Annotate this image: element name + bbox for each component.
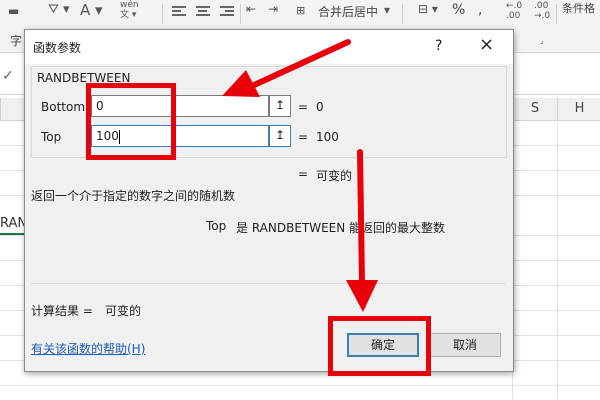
- top-equals: =: [298, 130, 309, 144]
- currency-icon[interactable]: ⊟ ▾: [418, 2, 438, 16]
- indent-decrease-icon[interactable]: ⇤: [246, 2, 256, 16]
- cancel-button[interactable]: 取消: [429, 333, 501, 357]
- text-caret: [118, 129, 120, 144]
- bottom-input[interactable]: 0: [91, 95, 269, 117]
- top-input[interactable]: 100: [91, 125, 269, 147]
- help-button[interactable]: ?: [435, 38, 442, 54]
- function-description: 返回一个介于指定的数字之间的随机数: [31, 189, 236, 203]
- function-arguments-dialog: 函数参数 ? × RANDBETWEEN Bottom 0 ↥ = 0 Top …: [24, 29, 514, 372]
- ribbon-expand-icon[interactable]: ⌟: [540, 36, 544, 45]
- bottom-label: Bottom: [41, 100, 86, 114]
- function-help-link[interactable]: 有关该函数的帮助(H): [31, 340, 145, 357]
- fill-bucket-icon[interactable]: ⛛ ▾: [48, 2, 70, 17]
- merge-dropdown-icon[interactable]: ▾: [384, 3, 390, 17]
- dialog-divider: [31, 283, 505, 284]
- decrease-decimal-icon[interactable]: .00 →.0: [534, 1, 550, 21]
- pinyin-icon[interactable]: wén 文 ▾: [120, 0, 139, 20]
- collapse-icon: ↥: [274, 98, 286, 112]
- collapse-icon: ↥: [274, 128, 286, 142]
- dialog-title: 函数参数: [33, 41, 82, 55]
- align-right-icon[interactable]: [220, 6, 234, 16]
- ribbon-font-group-label: 字: [10, 34, 23, 48]
- column-header-s[interactable]: S: [512, 98, 557, 121]
- align-center-icon[interactable]: [196, 6, 210, 16]
- argument-description-text: 是 RANDBETWEEN 能返回的最大整数: [236, 221, 446, 235]
- column-header-g[interactable]: [0, 98, 25, 121]
- top-collapse-button[interactable]: ↥: [269, 125, 291, 147]
- increase-decimal-icon[interactable]: ←.0.00: [506, 1, 522, 21]
- active-cell-border: [0, 233, 24, 235]
- calculation-result-label: 计算结果 =: [31, 304, 93, 318]
- merge-center-button[interactable]: 合并后居中: [318, 3, 378, 20]
- ok-button[interactable]: 确定: [347, 333, 419, 357]
- fill-color-icon[interactable]: ▬: [8, 4, 19, 18]
- indent-increase-icon[interactable]: ⇥: [268, 2, 278, 16]
- merge-icon[interactable]: ⊞: [296, 4, 305, 17]
- bottom-result: 0: [316, 100, 324, 114]
- comma-button[interactable]: ,: [478, 2, 482, 18]
- conditional-format-button[interactable]: 条件格: [562, 0, 595, 16]
- function-name: RANDBETWEEN: [37, 71, 131, 85]
- confirm-check-icon[interactable]: ✓: [2, 68, 14, 84]
- close-button[interactable]: ×: [479, 36, 494, 54]
- calculation-result-value: 可变的: [105, 304, 142, 318]
- column-header-h[interactable]: H: [557, 98, 600, 121]
- bottom-collapse-button[interactable]: ↥: [269, 95, 291, 117]
- font-color-icon[interactable]: A ▾: [80, 1, 103, 19]
- top-label: Top: [41, 130, 62, 144]
- dialog-titlebar[interactable]: 函数参数 ? ×: [25, 30, 513, 64]
- top-result: 100: [316, 130, 339, 144]
- bottom-equals: =: [298, 100, 309, 114]
- argument-description-label: Top: [206, 219, 227, 233]
- formula-result: 可变的: [316, 169, 353, 183]
- percent-button[interactable]: %: [452, 2, 465, 18]
- align-left-icon[interactable]: [172, 6, 186, 16]
- formula-equals: =: [298, 167, 309, 181]
